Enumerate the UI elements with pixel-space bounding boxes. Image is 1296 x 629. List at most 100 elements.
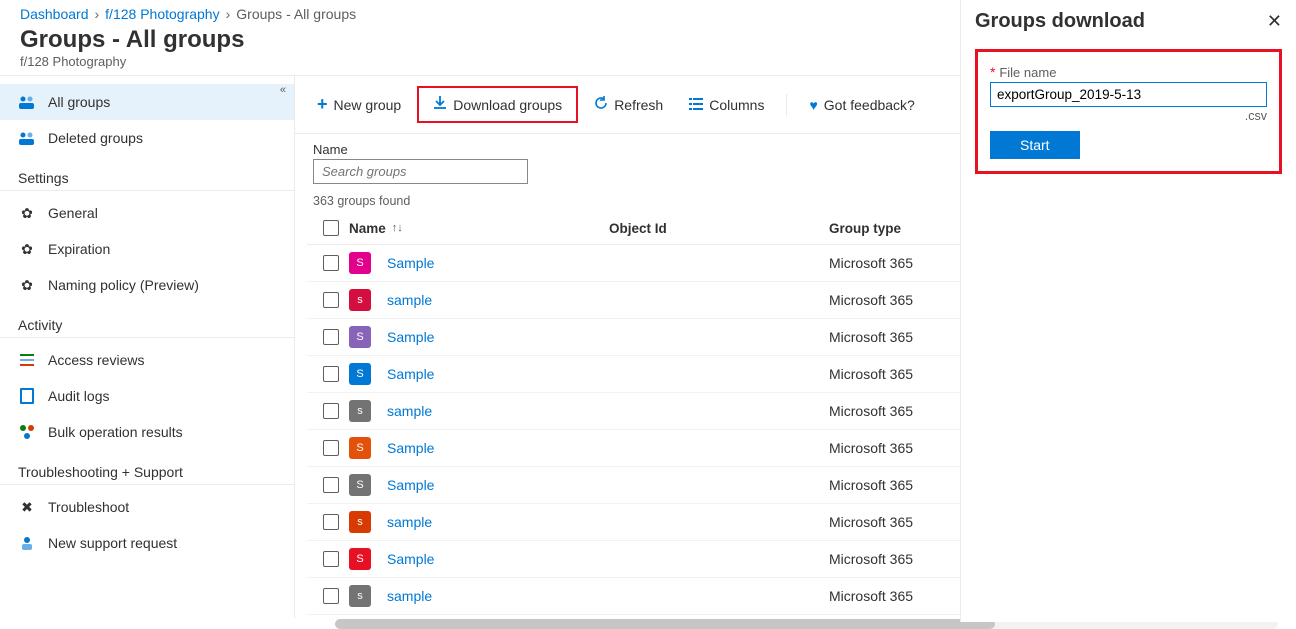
breadcrumb-current: Groups - All groups xyxy=(236,6,356,22)
toolbar-label: Columns xyxy=(709,97,764,113)
sidebar-item-all-groups[interactable]: All groups xyxy=(0,84,294,120)
group-avatar: S xyxy=(349,363,371,385)
group-name-link[interactable]: sample xyxy=(387,292,432,308)
row-checkbox[interactable] xyxy=(323,514,339,530)
select-all-checkbox[interactable] xyxy=(323,220,339,236)
panel-title: Groups download xyxy=(975,10,1145,33)
section-head-activity: Activity xyxy=(0,303,294,338)
sidebar-item-label: General xyxy=(48,205,98,221)
sidebar-item-troubleshoot[interactable]: ✖ Troubleshoot xyxy=(0,489,294,525)
sidebar-item-label: Troubleshoot xyxy=(48,499,129,515)
gear-icon: ✿ xyxy=(18,240,36,258)
breadcrumb-sep: › xyxy=(226,6,231,22)
group-avatar: S xyxy=(349,437,371,459)
tools-icon: ✖ xyxy=(18,498,36,516)
col-head-object-id[interactable]: Object Id xyxy=(609,221,829,236)
group-avatar: s xyxy=(349,400,371,422)
toolbar-sep xyxy=(786,94,787,116)
group-avatar: S xyxy=(349,326,371,348)
section-head-settings: Settings xyxy=(0,156,294,191)
group-name-link[interactable]: Sample xyxy=(387,477,434,493)
sidebar-item-new-support[interactable]: New support request xyxy=(0,525,294,561)
toolbar-label: New group xyxy=(334,97,402,113)
columns-button[interactable]: Columns xyxy=(679,93,774,117)
support-icon xyxy=(18,534,36,552)
group-avatar: s xyxy=(349,289,371,311)
row-checkbox[interactable] xyxy=(323,329,339,345)
section-head-support: Troubleshooting + Support xyxy=(0,450,294,485)
sidebar-item-label: Audit logs xyxy=(48,388,109,404)
feedback-button[interactable]: ♥ Got feedback? xyxy=(799,93,924,117)
sidebar: « All groups Deleted groups Settings ✿ G… xyxy=(0,76,295,618)
refresh-button[interactable]: Refresh xyxy=(584,92,673,117)
collapse-sidebar-icon[interactable]: « xyxy=(280,84,286,96)
sidebar-item-label: New support request xyxy=(48,535,177,551)
group-name-link[interactable]: Sample xyxy=(387,440,434,456)
refresh-icon xyxy=(594,96,608,113)
sidebar-item-naming-policy[interactable]: ✿ Naming policy (Preview) xyxy=(0,267,294,303)
row-checkbox[interactable] xyxy=(323,551,339,567)
toolbar-label: Refresh xyxy=(614,97,663,113)
groups-icon xyxy=(18,93,36,111)
breadcrumb-sep: › xyxy=(95,6,100,22)
sidebar-item-bulk-results[interactable]: Bulk operation results xyxy=(0,414,294,450)
toolbar-label: Download groups xyxy=(453,97,562,113)
group-name-link[interactable]: Sample xyxy=(387,255,434,271)
required-icon: * xyxy=(990,64,995,80)
sort-icon: ↑↓ xyxy=(392,222,403,234)
gear-icon: ✿ xyxy=(18,204,36,222)
bulk-icon xyxy=(18,423,36,441)
group-avatar: S xyxy=(349,548,371,570)
plus-icon: + xyxy=(317,94,328,115)
group-avatar: S xyxy=(349,474,371,496)
sidebar-item-label: Deleted groups xyxy=(48,130,143,146)
row-checkbox[interactable] xyxy=(323,477,339,493)
sidebar-item-general[interactable]: ✿ General xyxy=(0,195,294,231)
panel-form: * File name .csv Start xyxy=(975,49,1282,174)
file-extension: .csv xyxy=(990,109,1267,123)
sidebar-item-label: Expiration xyxy=(48,241,110,257)
download-groups-button[interactable]: Download groups xyxy=(417,86,578,123)
search-input[interactable] xyxy=(313,159,528,184)
group-name-link[interactable]: Sample xyxy=(387,366,434,382)
file-name-input[interactable] xyxy=(990,82,1267,107)
download-icon xyxy=(433,96,447,113)
row-checkbox[interactable] xyxy=(323,588,339,604)
toolbar-label: Got feedback? xyxy=(824,97,915,113)
group-name-link[interactable]: Sample xyxy=(387,329,434,345)
breadcrumb-org[interactable]: f/128 Photography xyxy=(105,6,219,22)
row-checkbox[interactable] xyxy=(323,255,339,271)
group-name-link[interactable]: Sample xyxy=(387,551,434,567)
sidebar-item-deleted-groups[interactable]: Deleted groups xyxy=(0,120,294,156)
group-name-link[interactable]: sample xyxy=(387,403,432,419)
sidebar-item-label: Naming policy (Preview) xyxy=(48,277,199,293)
group-name-link[interactable]: sample xyxy=(387,514,432,530)
notebook-icon xyxy=(18,387,36,405)
heart-icon: ♥ xyxy=(809,97,817,113)
group-avatar: s xyxy=(349,585,371,607)
close-icon[interactable]: ✕ xyxy=(1267,11,1282,32)
list-icon xyxy=(18,351,36,369)
sidebar-item-audit-logs[interactable]: Audit logs xyxy=(0,378,294,414)
col-head-label: Name xyxy=(349,221,386,236)
columns-icon xyxy=(689,97,703,113)
sidebar-item-label: All groups xyxy=(48,94,110,110)
sidebar-item-access-reviews[interactable]: Access reviews xyxy=(0,342,294,378)
group-avatar: S xyxy=(349,252,371,274)
download-panel: Groups download ✕ * File name .csv Start xyxy=(960,0,1296,622)
sidebar-item-label: Bulk operation results xyxy=(48,424,183,440)
row-checkbox[interactable] xyxy=(323,440,339,456)
sidebar-item-expiration[interactable]: ✿ Expiration xyxy=(0,231,294,267)
sidebar-item-label: Access reviews xyxy=(48,352,144,368)
new-group-button[interactable]: + New group xyxy=(307,90,411,119)
start-button[interactable]: Start xyxy=(990,131,1080,159)
row-checkbox[interactable] xyxy=(323,403,339,419)
gear-icon: ✿ xyxy=(18,276,36,294)
file-name-label: File name xyxy=(999,65,1056,80)
group-avatar: s xyxy=(349,511,371,533)
group-name-link[interactable]: sample xyxy=(387,588,432,604)
breadcrumb-dashboard[interactable]: Dashboard xyxy=(20,6,89,22)
row-checkbox[interactable] xyxy=(323,292,339,308)
col-head-name[interactable]: Name ↑↓ xyxy=(349,221,609,236)
row-checkbox[interactable] xyxy=(323,366,339,382)
